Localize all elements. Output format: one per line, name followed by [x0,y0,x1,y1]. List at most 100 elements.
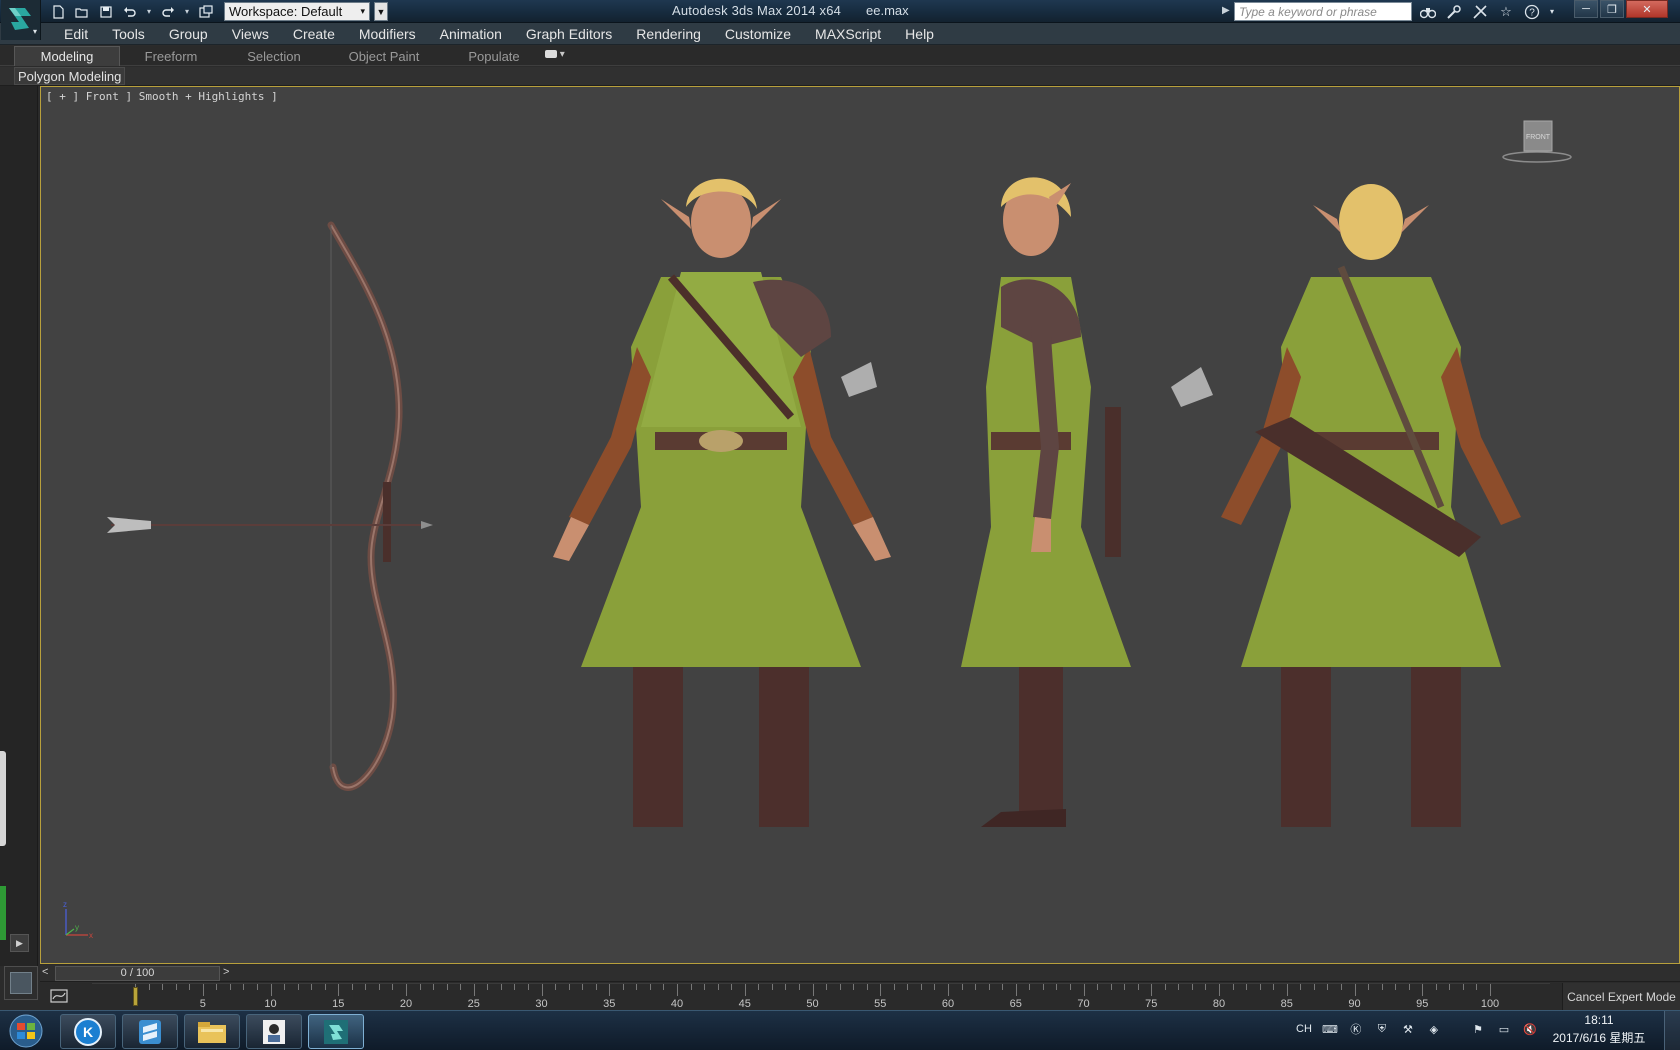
front-viewport[interactable]: [ + ] Front ] Smooth + Highlights ] FRON… [40,86,1680,964]
redo-icon[interactable] [158,3,178,21]
menu-graph-editors[interactable]: Graph Editors [514,26,624,42]
keyboard-icon[interactable]: ⌨ [1322,1021,1338,1037]
time-prev-button[interactable]: < [42,966,54,981]
viewport-label-menu[interactable]: [ + ] Front ] Smooth + Highlights ] [46,90,278,103]
taskbar-app-sublime[interactable] [122,1014,178,1049]
ribbon-tab-bar: Modeling Freeform Selection Object Paint… [0,46,1680,66]
menu-modifiers[interactable]: Modifiers [347,26,428,42]
3dsmax-logo-icon: ▾ [9,8,37,36]
ruler-tick [744,984,746,996]
ruler-number: 70 [1077,998,1090,1010]
ruler-tick [378,984,380,990]
ruler-tick [162,984,164,990]
search-input[interactable]: Type a keyword or phrase [1234,2,1412,21]
ruler-number: 45 [738,998,751,1010]
workspace-dropdown[interactable]: Workspace: Default ▾ [224,2,370,21]
open-folder-icon[interactable] [72,3,92,21]
undo-dropdown-icon[interactable]: ▾ [144,3,154,21]
tab-freeform[interactable]: Freeform [120,47,222,66]
subscription-key-icon[interactable] [1444,2,1464,21]
close-button[interactable]: ✕ [1626,0,1668,18]
ruler-tick [934,984,936,990]
ruler-tick [1110,984,1112,990]
system-clock[interactable]: 18:11 2017/6/16 星期五 [1544,1013,1654,1046]
ruler-tick [717,984,719,990]
favorites-star-icon[interactable]: ☆ [1496,2,1516,21]
menu-items: Edit Tools Group Views Create Modifiers … [52,26,946,42]
menu-tools[interactable]: Tools [100,26,157,42]
tab-populate[interactable]: Populate [442,47,546,66]
action-center-icon[interactable]: ▭ [1496,1021,1512,1037]
curve-editor-icon[interactable] [49,987,71,1007]
menu-maxscript[interactable]: MAXScript [803,26,893,42]
ruler-tick [1490,984,1491,996]
ribbon-minimize-toggle[interactable]: ▾ [545,49,565,60]
ruler-tick [609,984,611,996]
track-ruler[interactable]: 5 10 15 20 25 30 35 40 45 50 55 60 65 70 75 80 85 90 95 100 [92,983,1550,1010]
3dsmax-icon [324,1019,348,1044]
ruler-number: 60 [941,998,955,1010]
expand-panel-button[interactable]: ▶ [10,934,29,952]
menu-help[interactable]: Help [893,26,946,42]
mini-listener-button[interactable] [4,966,38,1000]
shield-icon[interactable]: ⛨ [1374,1021,1390,1037]
time-cursor[interactable] [133,987,138,1006]
tab-modeling[interactable]: Modeling [14,46,120,66]
taskbar-app-avatar[interactable] [246,1014,302,1049]
help-icon[interactable]: ? [1522,2,1542,21]
time-slider-bar: < 0 / 100 > [40,965,1680,982]
menu-customize[interactable]: Customize [713,26,803,42]
side-panel-tab[interactable] [0,751,6,846]
tab-object-paint[interactable]: Object Paint [326,47,442,66]
ruler-tick [1137,984,1139,990]
project-folder-icon[interactable] [196,3,216,21]
search-expand-icon[interactable]: ▶ [1222,5,1230,16]
redo-dropdown-icon[interactable]: ▾ [182,3,192,21]
undo-icon[interactable] [120,3,140,21]
cancel-expert-mode-button[interactable]: Cancel Expert Mode [1562,983,1680,1010]
network-tools-icon[interactable]: ⚒ [1400,1021,1416,1037]
ruler-tick [433,984,435,990]
ruler-tick [1395,984,1397,990]
help-dropdown-icon[interactable]: ▾ [1548,2,1556,21]
flag-icon[interactable]: ⚑ [1470,1021,1486,1037]
menu-group[interactable]: Group [157,26,220,42]
menu-create[interactable]: Create [281,26,347,42]
ruler-tick [1381,984,1383,990]
world-axis-gizmo: x y z [58,899,98,943]
minimize-button[interactable]: ─ [1574,0,1598,18]
ruler-tick [1178,984,1180,990]
menu-edit[interactable]: Edit [52,26,100,42]
time-next-button[interactable]: > [223,966,235,981]
viewcube[interactable]: FRONT [1487,117,1577,177]
tab-selection[interactable]: Selection [222,47,326,66]
binoculars-icon[interactable] [1418,2,1438,21]
ruler-tick [514,984,516,990]
save-icon[interactable] [96,3,116,21]
start-button[interactable] [2,1012,50,1050]
ruler-tick [351,984,353,990]
new-file-icon[interactable] [48,3,68,21]
ruler-number: 90 [1348,998,1361,1010]
taskbar-app-kingsoft[interactable]: K [60,1014,116,1049]
ruler-tick [487,984,489,990]
ruler-tick [243,984,245,990]
polygon-modeling-panel[interactable]: Polygon Modeling [14,67,126,85]
menu-rendering[interactable]: Rendering [624,26,713,42]
taskbar-app-explorer[interactable] [184,1014,240,1049]
communication-center-icon[interactable] [1470,2,1490,21]
application-button[interactable]: ▾ [1,0,41,40]
restore-button[interactable]: ❐ [1600,0,1624,18]
input-language-indicator[interactable]: CH [1296,1023,1312,1035]
kingsoft-tray-icon[interactable]: Ⓚ [1348,1021,1364,1037]
menu-animation[interactable]: Animation [428,26,514,42]
menu-views[interactable]: Views [220,26,281,42]
customize-toolbar-dropdown[interactable]: ▼ [374,2,388,21]
taskbar-app-3dsmax[interactable] [308,1014,364,1049]
ruler-tick [1015,984,1017,996]
security-diamond-icon[interactable]: ◈ [1426,1021,1442,1037]
show-desktop-button[interactable] [1664,1011,1680,1050]
time-slider[interactable]: 0 / 100 [55,966,220,981]
ruler-tick [500,984,502,990]
volume-muted-icon[interactable]: 🔇 [1522,1021,1538,1037]
